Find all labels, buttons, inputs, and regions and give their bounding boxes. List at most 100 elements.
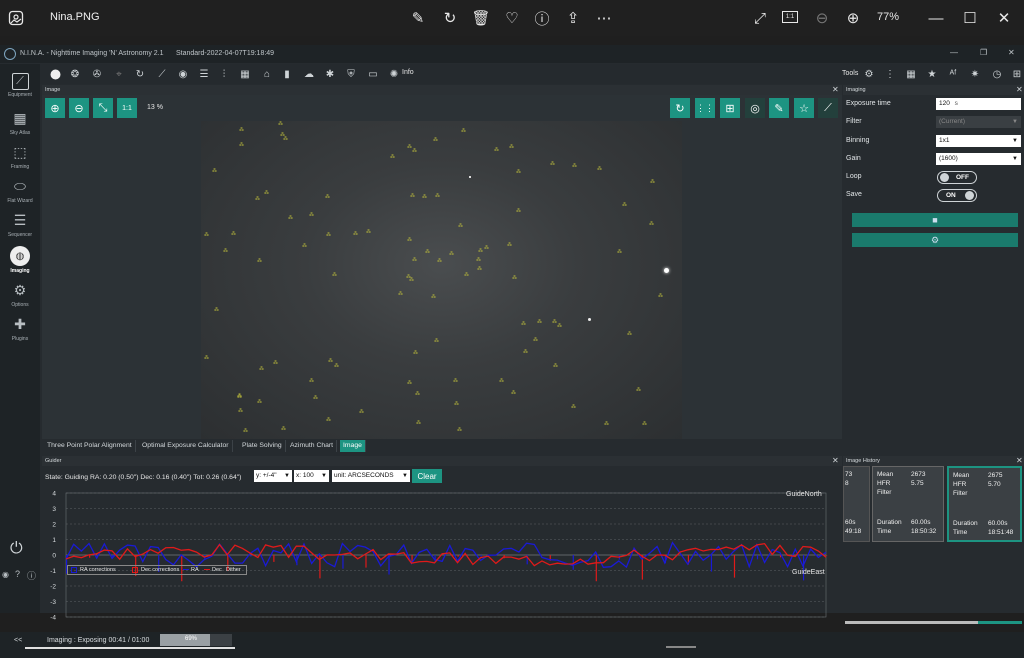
history-card-selected[interactable]: Mean 2675 HFR 5.70 Filter Duration 60.00… xyxy=(947,466,1022,542)
tool-plug-icon[interactable]: ⚙ xyxy=(862,67,876,81)
detect-stars-button[interactable]: ☆ xyxy=(794,98,814,118)
fullscreen-icon[interactable]: ⤢ xyxy=(750,8,770,28)
legend-ra-swatch xyxy=(183,569,189,570)
share-icon[interactable]: ⇪ xyxy=(563,8,583,28)
history-icon[interactable]: ◷ xyxy=(990,67,1004,81)
image-icon[interactable]: ▭ xyxy=(366,67,380,81)
sequence-list-icon[interactable]: ☰ xyxy=(197,67,211,81)
weather-icon[interactable]: ☁ xyxy=(302,67,316,81)
nav-framing[interactable]: ⬚ Framing xyxy=(0,139,40,173)
zoom-in-button[interactable]: ⊕ xyxy=(45,98,65,118)
info-panel-icon[interactable]: ✺ xyxy=(387,67,401,81)
minimize-icon[interactable]: — xyxy=(926,8,946,28)
grid-overlay-button[interactable]: ⋮⋮ xyxy=(695,98,715,118)
image-panel-close-icon[interactable]: ✕ xyxy=(832,85,839,94)
auto-refresh-button[interactable]: ↻ xyxy=(670,98,690,118)
flat-panel-icon[interactable]: ▦ xyxy=(238,67,252,81)
gain-select[interactable]: (1600) ▼ xyxy=(936,153,1021,165)
history-card-partial[interactable]: 73 8 60s 49:18 xyxy=(843,466,870,542)
more-options-icon[interactable]: ⋯ xyxy=(594,8,614,28)
y-scale-value: y: +/-4" xyxy=(256,472,277,479)
filter-wheel-icon[interactable]: ✇ xyxy=(90,67,104,81)
history-scrollbar[interactable] xyxy=(845,621,1022,624)
calculator-icon[interactable]: ▦ xyxy=(904,67,918,81)
bulb-icon[interactable]: ✱ xyxy=(323,67,337,81)
detected-star-marker: ⁂ xyxy=(264,190,269,196)
about-icon[interactable]: ⓘ xyxy=(27,569,36,582)
unit-select[interactable]: unit: ARCSECONDS ▼ xyxy=(332,470,410,482)
dome-icon[interactable]: ⌂ xyxy=(260,67,274,81)
zoom-out-icon[interactable]: ⊖ xyxy=(812,8,832,28)
history-card[interactable]: Mean 2673 HFR 5.75 Filter Duration 60.00… xyxy=(872,466,944,542)
telescope-icon[interactable]: ⟋ xyxy=(155,67,169,81)
clear-button[interactable]: Clear xyxy=(412,469,442,483)
history-close-icon[interactable]: ✕ xyxy=(1016,456,1023,465)
focuser-icon[interactable]: ⌖ xyxy=(112,67,126,81)
app-close-icon[interactable]: ✕ xyxy=(1008,48,1015,57)
tool-dither-icon[interactable]: ⋮ xyxy=(883,67,897,81)
zoom-out-button[interactable]: ⊖ xyxy=(69,98,89,118)
safety-monitor-icon[interactable]: ⛨ xyxy=(344,67,358,81)
info-label[interactable]: Info xyxy=(402,69,414,76)
tab-image[interactable]: Image xyxy=(340,440,366,452)
tab-optimal-exposure-calculator[interactable]: Optimal Exposure Calculator xyxy=(139,440,233,452)
live-view-button[interactable]: ⚙ xyxy=(852,233,1018,247)
zoom-in-icon[interactable]: ⊕ xyxy=(843,8,863,28)
nav-sequencer[interactable]: ☰ Sequencer xyxy=(0,207,40,241)
nav-imaging[interactable]: ◍ Imaging xyxy=(0,243,40,277)
actual-size-button[interactable]: 1:1 xyxy=(782,11,798,23)
exposure-time-input[interactable]: 120 s xyxy=(936,98,1021,110)
crosshair-button[interactable]: ⊞ xyxy=(720,98,740,118)
binning-select[interactable]: 1x1 ▼ xyxy=(936,135,1021,147)
save-toggle[interactable]: ON xyxy=(937,189,977,202)
tab-azimuth-chart[interactable]: Azimuth Chart xyxy=(287,440,338,452)
edit-image-icon[interactable]: ✎ xyxy=(408,8,428,28)
camera-shutter-icon[interactable]: ❂ xyxy=(68,67,82,81)
circle-icon[interactable] xyxy=(48,67,62,81)
fit-to-screen-button[interactable]: ⤡ xyxy=(93,98,113,118)
eye-icon[interactable]: ◉ xyxy=(2,570,9,579)
chart-icon[interactable]: ⊞ xyxy=(1010,67,1024,81)
info-icon[interactable]: ⓘ xyxy=(532,8,552,28)
star-icon[interactable]: ★ xyxy=(925,67,939,81)
nav-plugins[interactable]: ✚ Plugins xyxy=(0,311,40,345)
nav-flat-wizard[interactable]: ⬭ Flat Wizard xyxy=(0,173,40,207)
imaging-close-icon[interactable]: ✕ xyxy=(1016,85,1023,94)
capture-button[interactable]: ■ xyxy=(852,213,1018,227)
focus-icon[interactable]: ✷ xyxy=(968,67,982,81)
nav-options[interactable]: ⚙ Options xyxy=(0,277,40,311)
nav-equipment[interactable]: ⟋ Equipment xyxy=(0,70,40,104)
app-maximize-icon[interactable]: ❐ xyxy=(980,48,987,57)
loop-toggle[interactable]: OFF xyxy=(937,171,977,184)
maximize-icon[interactable]: ☐ xyxy=(960,8,980,28)
nav-sky-atlas[interactable]: ▦ Sky Atlas xyxy=(0,105,40,139)
detected-star-marker: ⁂ xyxy=(280,132,285,138)
y-scale-select[interactable]: y: +/-4" ▼ xyxy=(254,470,292,482)
guider-close-icon[interactable]: ✕ xyxy=(832,456,839,465)
annotate-button[interactable]: ⟋ xyxy=(818,98,838,118)
collapse-icon[interactable]: << xyxy=(14,637,22,644)
rotator-icon[interactable]: ↻ xyxy=(133,67,147,81)
one-to-one-button[interactable]: 1:1 xyxy=(117,98,137,118)
switch-icon[interactable]: ⫶ xyxy=(217,67,231,81)
help-icon[interactable]: ? xyxy=(15,569,20,579)
history-scroll-thumb[interactable] xyxy=(845,621,978,624)
toggle-knob xyxy=(965,191,974,200)
af-icon[interactable]: ᴬᶠ xyxy=(946,67,960,81)
favorite-heart-icon[interactable]: ♡ xyxy=(502,8,522,28)
delete-icon[interactable]: 🗑 xyxy=(471,8,491,28)
target-button[interactable]: ◎ xyxy=(745,98,765,118)
guider-icon[interactable]: ◉ xyxy=(176,67,190,81)
x-scale-select[interactable]: x: 100 ▼ xyxy=(294,470,329,482)
tab-three-point-polar-alignment[interactable]: Three Point Polar Alignment xyxy=(44,440,136,452)
app-minimize-icon[interactable]: — xyxy=(950,48,958,57)
left-navigation: ⟋ Equipment ▦ Sky Atlas ⬚ Framing ⬭ Flat… xyxy=(0,64,40,613)
hfr-chart-icon[interactable]: ▮ xyxy=(280,67,294,81)
power-icon[interactable]: ⏻ xyxy=(10,540,23,558)
resize-handle[interactable] xyxy=(666,646,696,648)
filter-select[interactable]: (Current) ▼ xyxy=(936,116,1021,128)
auto-stretch-button[interactable]: ✎ xyxy=(769,98,789,118)
close-icon[interactable]: ✕ xyxy=(994,8,1014,28)
rotate-icon[interactable]: ↻ xyxy=(440,8,460,28)
tab-plate-solving[interactable]: Plate Solving xyxy=(239,440,286,452)
